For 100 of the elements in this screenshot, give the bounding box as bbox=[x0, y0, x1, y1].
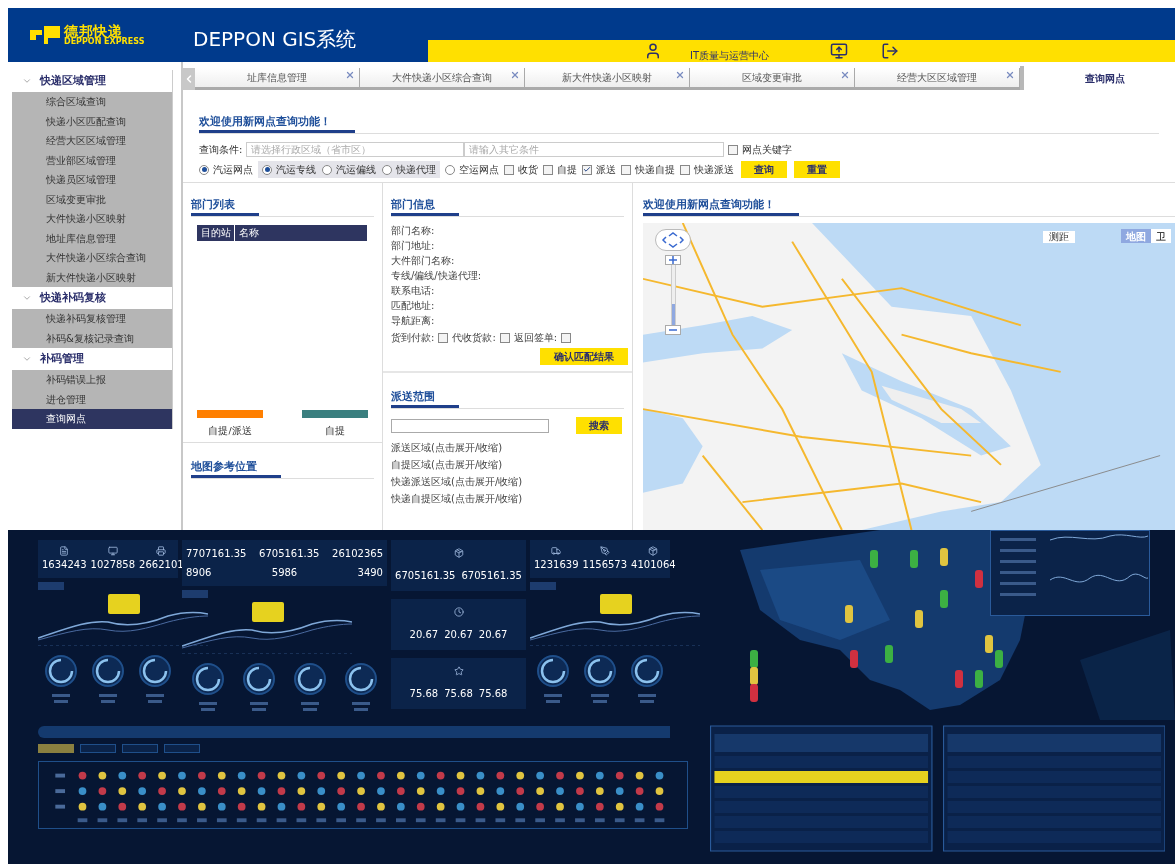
menu-item[interactable]: 大件快递小区映射 bbox=[12, 209, 172, 229]
radio-button[interactable] bbox=[199, 164, 209, 175]
metric-value: 2662101 bbox=[139, 558, 184, 572]
checkbox[interactable] bbox=[499, 332, 510, 343]
menu-item[interactable]: 快递小区匹配查询 bbox=[12, 111, 172, 131]
option-label: 汽运专线 bbox=[276, 163, 316, 177]
condition-field[interactable]: 请输入其它条件 bbox=[464, 142, 725, 157]
logo-icon bbox=[30, 26, 60, 44]
checkbox[interactable] bbox=[504, 164, 514, 175]
section-title: 欢迎使用新网点查询功能！ bbox=[199, 114, 355, 133]
metric-value: 6705161.35 bbox=[461, 569, 522, 583]
checkbox[interactable] bbox=[561, 332, 572, 343]
option-label: 派送 bbox=[596, 163, 616, 177]
menu-item[interactable]: 大件快递小区综合查询 bbox=[12, 248, 172, 268]
metric-value: 26102365 bbox=[332, 547, 383, 561]
metric-value: 1634243 bbox=[42, 558, 87, 572]
metric-value: 1231639 bbox=[534, 558, 579, 572]
menu-item[interactable]: 快递员区域管理 bbox=[12, 170, 172, 190]
metric-icon bbox=[648, 546, 659, 556]
legend-label: 自提 bbox=[325, 423, 345, 438]
metric-value: 4101064 bbox=[631, 558, 676, 572]
section-title: 部门信息 bbox=[391, 197, 459, 216]
area-link[interactable]: 派送区域(点击展开/收缩) bbox=[391, 440, 624, 455]
user-name: IT质量与运营中心 bbox=[690, 48, 770, 63]
metric-value: 7707161.35 bbox=[186, 547, 247, 561]
menu-item[interactable]: 新大件快递小区映射 bbox=[12, 267, 172, 287]
checkbox[interactable] bbox=[438, 332, 449, 343]
close-icon[interactable] bbox=[345, 70, 355, 80]
option-label: 快递自提 bbox=[635, 163, 675, 177]
close-icon[interactable] bbox=[840, 70, 850, 80]
keyword-label: 网点关键字 bbox=[742, 143, 793, 157]
radio-button[interactable] bbox=[262, 164, 272, 175]
metric-icon bbox=[107, 546, 118, 556]
card-icon bbox=[453, 607, 464, 617]
radio-button[interactable] bbox=[382, 164, 392, 175]
tab[interactable]: 经营大区区域管理 bbox=[855, 68, 1020, 90]
region-field[interactable]: 请选择行政区域（省市区） bbox=[246, 142, 465, 157]
tooltip-drawing bbox=[600, 594, 632, 614]
field-label: 匹配地址: bbox=[391, 300, 436, 312]
section-title: 欢迎使用新网点查询功能！ bbox=[643, 197, 799, 216]
menu-item[interactable]: 进仓管理 bbox=[12, 389, 172, 409]
metric-value: 5986 bbox=[271, 566, 298, 580]
confirm-button[interactable]: 确认匹配结果 bbox=[540, 348, 628, 365]
menu-item[interactable]: 查询网点 bbox=[12, 409, 172, 429]
metric-value: 3490 bbox=[357, 566, 383, 580]
tooltip-drawing bbox=[252, 602, 284, 622]
metric-icon bbox=[599, 546, 610, 556]
search-field[interactable] bbox=[391, 418, 549, 433]
field-label: 专线/偏线/快递代理: bbox=[391, 270, 483, 282]
logo-name: 德邦快递 bbox=[64, 24, 123, 38]
menu-item[interactable]: 综合区域查询 bbox=[12, 92, 172, 112]
section-title: 部门列表 bbox=[191, 197, 259, 216]
menu-item[interactable]: 地址库信息管理 bbox=[12, 228, 172, 248]
tab[interactable]: 区域变更审批 bbox=[690, 68, 855, 90]
search-button[interactable]: 搜索 bbox=[576, 417, 622, 434]
card-icon bbox=[453, 666, 464, 676]
filter-tab[interactable] bbox=[80, 744, 116, 753]
menu-item[interactable]: 区域变更审批 bbox=[12, 189, 172, 209]
metric-value: 75.68 bbox=[444, 687, 473, 701]
menu-item[interactable]: 补码&复核记录查询 bbox=[12, 328, 172, 348]
option-label: 汽运网点 bbox=[213, 163, 253, 177]
close-icon[interactable] bbox=[675, 70, 685, 80]
area-link[interactable]: 自提区域(点击展开/收缩) bbox=[391, 457, 624, 472]
menu-item[interactable]: 营业部区域管理 bbox=[12, 150, 172, 170]
area-link[interactable]: 快递派送区域(点击展开/收缩) bbox=[391, 474, 624, 489]
tooltip-drawing bbox=[108, 594, 140, 614]
field-label: 部门名称: bbox=[391, 225, 436, 237]
field-label: 大件部门名称: bbox=[391, 255, 456, 267]
column-header: 名称 bbox=[235, 225, 368, 241]
checkbox[interactable] bbox=[582, 164, 592, 175]
tab[interactable]: 新大件快递小区映射 bbox=[525, 68, 690, 90]
metric-value: 6705161.35 bbox=[395, 569, 456, 583]
checkbox[interactable] bbox=[621, 164, 631, 175]
radio-button[interactable] bbox=[322, 164, 332, 175]
metric-value: 20.67 bbox=[444, 628, 473, 642]
filter-tab[interactable] bbox=[164, 744, 200, 753]
tab[interactable]: 大件快递小区综合查询 bbox=[360, 68, 525, 90]
filter-tab[interactable] bbox=[122, 744, 158, 753]
option-label: 空运网点 bbox=[459, 163, 499, 177]
keyword-checkbox[interactable] bbox=[728, 144, 739, 155]
tab[interactable]: 址库信息管理 bbox=[195, 68, 360, 90]
checkbox[interactable] bbox=[680, 164, 690, 175]
radio-button[interactable] bbox=[445, 164, 455, 175]
close-icon[interactable] bbox=[510, 70, 520, 80]
metric-value: 75.68 bbox=[478, 687, 508, 701]
field-label: 导航距离: bbox=[391, 315, 436, 327]
area-link[interactable]: 快递自提区域(点击展开/收缩) bbox=[391, 491, 624, 506]
action-button[interactable]: 重置 bbox=[794, 161, 840, 178]
menu-item[interactable]: 补码错误上报 bbox=[12, 370, 172, 390]
metric-value: 1156573 bbox=[582, 558, 628, 572]
option-label: 快递派送 bbox=[694, 163, 734, 177]
action-button[interactable]: 查询 bbox=[741, 161, 787, 178]
option-label: 快递代理 bbox=[396, 163, 436, 177]
close-icon[interactable] bbox=[1005, 70, 1015, 80]
section-title: 派送范围 bbox=[391, 389, 459, 408]
field-label: 部门地址: bbox=[391, 240, 436, 252]
menu-item[interactable]: 快递补码复核管理 bbox=[12, 309, 172, 329]
option-label: 自提 bbox=[557, 163, 577, 177]
checkbox[interactable] bbox=[543, 164, 553, 175]
menu-item[interactable]: 经营大区区域管理 bbox=[12, 131, 172, 151]
